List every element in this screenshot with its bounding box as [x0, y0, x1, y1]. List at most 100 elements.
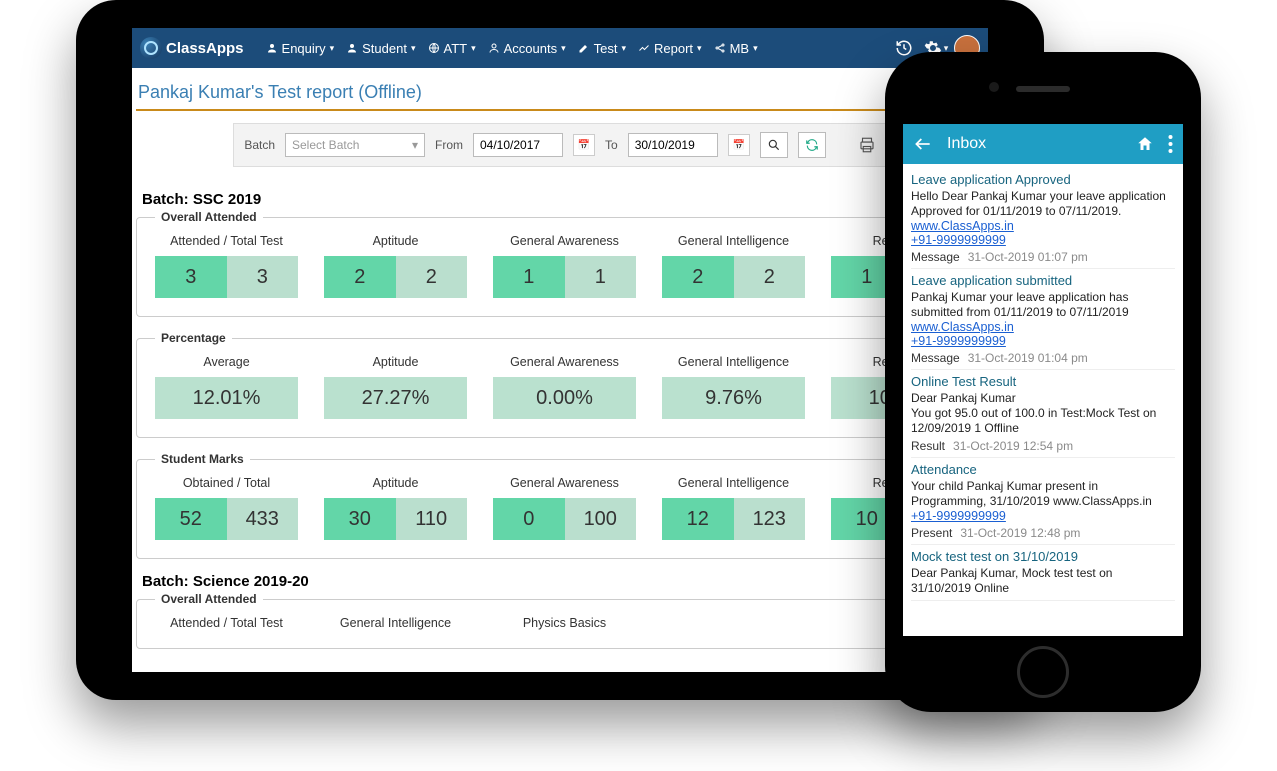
metric-value: 27.27% [324, 377, 467, 419]
nav-att[interactable]: ATT▾ [422, 37, 482, 60]
brand[interactable]: ClassApps [140, 37, 244, 59]
metric-label: General Intelligence [324, 616, 467, 630]
metric-col: General Awareness0100 [493, 476, 636, 540]
metric-col: General Intelligence [324, 616, 467, 630]
message-item[interactable]: Attendance Your child Pankaj Kumar presen… [911, 458, 1175, 545]
from-date-input[interactable] [473, 133, 563, 157]
metric-col: Aptitude 30110 [324, 476, 467, 540]
chevron-down-icon: ▾ [753, 43, 758, 54]
search-button[interactable] [760, 132, 788, 158]
metric-pair: 22 [662, 256, 805, 298]
message-meta: Result31-Oct-2019 12:54 pm [911, 439, 1175, 453]
refresh-button[interactable] [798, 132, 826, 158]
metric-a: 2 [324, 256, 396, 298]
metric-pair: 33 [155, 256, 298, 298]
metric-label: Obtained / Total [155, 476, 298, 490]
message-title: Leave application Approved [911, 172, 1175, 187]
chevron-down-icon: ▾ [412, 138, 418, 152]
message-item[interactable]: Leave application Approved Hello Dear Pan… [911, 168, 1175, 269]
message-link[interactable]: www.ClassApps.in [911, 219, 1175, 233]
phone-screen: Inbox Leave application ApprovedHello De… [903, 124, 1183, 636]
metric-value: 12.01% [155, 377, 298, 419]
nav-label: Student [362, 41, 407, 56]
calendar-icon[interactable]: 📅 [573, 134, 595, 156]
metric-col: General Intelligence12123 [662, 476, 805, 540]
chevron-down-icon: ▾ [471, 43, 476, 54]
batch-select-placeholder: Select Batch [292, 138, 359, 152]
metric-label: General Awareness [493, 355, 636, 369]
metric-col: Average12.01% [155, 355, 298, 419]
nav-report[interactable]: Report ▾ [632, 37, 708, 60]
title-underline [136, 109, 984, 111]
message-body: Dear Pankaj KumarYou got 95.0 out of 100… [911, 391, 1175, 436]
metric-pair: 52433 [155, 498, 298, 540]
message-body: Pankaj Kumar your leave application has … [911, 290, 1175, 320]
message-title: Mock test test on 31/10/2019 [911, 549, 1175, 564]
section: Overall Attended Attended / Total Test Gen… [136, 592, 984, 649]
to-date-input[interactable] [628, 133, 718, 157]
metric-col: Obtained / Total 52433 [155, 476, 298, 540]
more-icon[interactable] [1168, 135, 1173, 153]
message-list[interactable]: Leave application Approved Hello Dear Pan… [903, 164, 1183, 636]
metric-a: 30 [324, 498, 396, 540]
message-link[interactable]: +91-9999999999 [911, 509, 1175, 523]
metric-pair: 11 [493, 256, 636, 298]
nav-accounts[interactable]: Accounts▾ [482, 37, 572, 60]
back-icon[interactable] [913, 134, 933, 154]
to-label: To [605, 138, 618, 152]
metric-row: Average12.01%Aptitude27.27%General Aware… [155, 355, 974, 419]
batch-select[interactable]: Select Batch ▾ [285, 133, 425, 157]
message-link[interactable]: +91-9999999999 [911, 233, 1175, 247]
chevron-down-icon: ▾ [621, 43, 626, 54]
message-body: Hello Dear Pankaj Kumar your leave appli… [911, 189, 1175, 219]
print-icon[interactable] [858, 136, 876, 154]
metric-b: 110 [396, 498, 468, 540]
metric-label: Aptitude [324, 476, 467, 490]
nav-label: Accounts [504, 41, 557, 56]
message-link[interactable]: www.ClassApps.in [911, 320, 1175, 334]
metric-a: 12 [662, 498, 734, 540]
message-title: Attendance [911, 462, 1175, 477]
metric-a: 52 [155, 498, 227, 540]
metric-col: Attended / Total Test [155, 616, 298, 630]
message-meta: Present31-Oct-2019 12:48 pm [911, 526, 1175, 540]
batch-label: Batch [244, 138, 275, 152]
nav-mb[interactable]: MB▾ [708, 37, 764, 60]
metric-label: General Awareness [493, 234, 636, 248]
message-item[interactable]: Leave application submitted Pankaj Kumar … [911, 269, 1175, 370]
metric-pair: 22 [324, 256, 467, 298]
calendar-icon[interactable]: 📅 [728, 134, 750, 156]
metric-label: Aptitude [324, 234, 467, 248]
message-item[interactable]: Mock test test on 31/10/2019Dear Pankaj … [911, 545, 1175, 601]
nav-label: Report [654, 41, 693, 56]
metric-label: Attended / Total Test [155, 616, 298, 630]
section-legend: Overall Attended [155, 210, 263, 224]
metric-b: 1 [565, 256, 637, 298]
nav-label: Test [594, 41, 618, 56]
metric-pair: 30110 [324, 498, 467, 540]
nav-enquiry[interactable]: Enquiry▾ [260, 37, 341, 60]
nav-student[interactable]: Student▾ [340, 37, 421, 60]
navbar: ClassApps Enquiry▾Student▾ATT▾Accounts▾T… [132, 28, 988, 68]
metric-label: General Intelligence [662, 476, 805, 490]
brand-icon [140, 37, 162, 59]
nav-test[interactable]: Test▾ [572, 37, 632, 60]
message-link[interactable]: +91-9999999999 [911, 334, 1175, 348]
metric-a: 1 [493, 256, 565, 298]
metric-a: 3 [155, 256, 227, 298]
metric-b: 3 [227, 256, 299, 298]
section-legend: Overall Attended [155, 592, 263, 606]
section: PercentageAverage12.01%Aptitude27.27%Gen… [136, 331, 988, 438]
batch-title: Batch: Science 2019-20 [142, 573, 984, 590]
filter-bar: Batch Select Batch ▾ From 📅 To 📅 [233, 123, 886, 167]
message-title: Leave application submitted [911, 273, 1175, 288]
chevron-down-icon: ▾ [697, 43, 702, 54]
metric-label: Physics Basics [493, 616, 636, 630]
message-body: Your child Pankaj Kumar present in Progr… [911, 479, 1175, 509]
metric-b: 100 [565, 498, 637, 540]
message-item[interactable]: Online Test ResultDear Pankaj KumarYou g… [911, 370, 1175, 458]
home-icon[interactable] [1136, 135, 1154, 153]
batch-title: Batch: SSC 2019 [142, 191, 984, 208]
metric-value: 9.76% [662, 377, 805, 419]
metric-col: General Awareness0.00% [493, 355, 636, 419]
